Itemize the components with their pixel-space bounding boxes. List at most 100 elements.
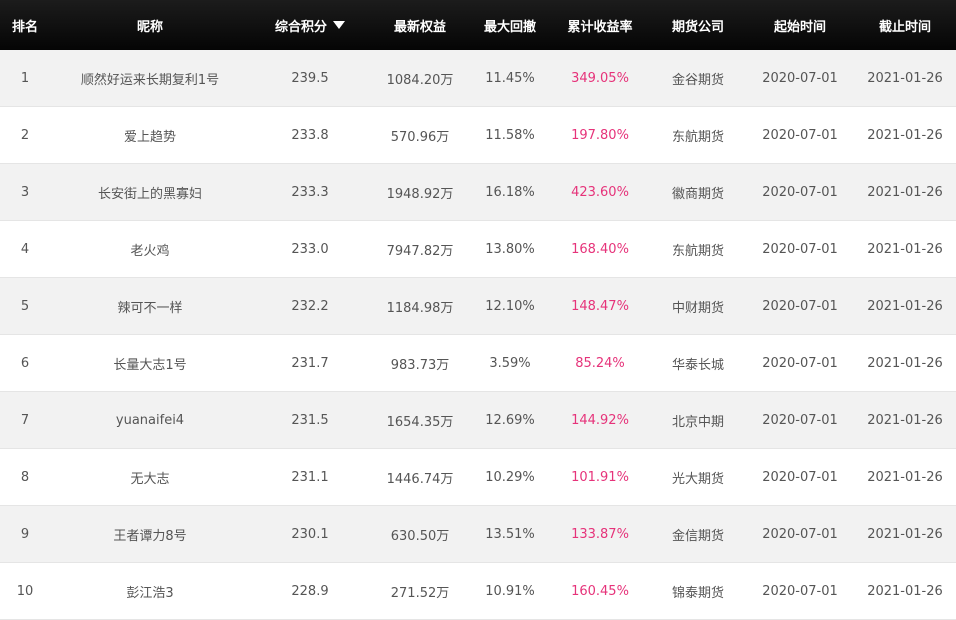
header-score-label: 综合积分 (274, 19, 327, 35)
table-row[interactable]: 2 爱上趋势 233.8 570.96万 11.58% 197.80% 东航期货 2020-0… (0, 107, 956, 164)
cell-company: 东航期货 (671, 243, 724, 259)
cell-equity: 630.50万 (390, 528, 450, 544)
cell-drawdown: 11.58% (485, 127, 535, 143)
cell-return: 101.91% (571, 469, 629, 485)
cell-rank: 2 (20, 127, 30, 143)
cell-equity: 7947.82万 (386, 243, 454, 259)
cell-end: 2021-01-26 (867, 70, 943, 86)
table-row[interactable]: 1 顺然好运来长期复利1号 239.5 1084.20万 11.45% 349.05% 金谷… (0, 50, 956, 107)
cell-score: 239.5 (291, 70, 329, 86)
cell-score: 233.8 (291, 127, 329, 143)
cell-score: 232.2 (291, 298, 329, 314)
cell-end: 2021-01-26 (867, 412, 943, 428)
header-end[interactable]: 截止时间 (854, 16, 956, 35)
cell-nickname[interactable]: 爱上趋势 (50, 126, 250, 145)
cell-return: 144.92% (571, 412, 629, 428)
cell-rank: 9 (20, 526, 30, 542)
cell-return: 349.05% (571, 70, 629, 86)
table-row[interactable]: 5 辣可不一样 232.2 1184.98万 12.10% 148.47% 中财期货 2020… (0, 278, 956, 335)
cell-company: 金谷期货 (671, 72, 724, 88)
table-header: 排名 昵称 综合积分 最新权益 最大回撤 累计收益率 期货公司 起始时间 截止时… (0, 0, 956, 50)
cell-nickname[interactable]: 无大志 (50, 468, 250, 487)
cell-equity: 1184.98万 (386, 300, 454, 316)
cell-start: 2020-07-01 (762, 298, 838, 314)
cell-end: 2021-01-26 (867, 583, 943, 599)
cell-score: 233.0 (291, 241, 329, 257)
table-row[interactable]: 8 无大志 231.1 1446.74万 10.29% 101.91% 光大期货 2020-0… (0, 449, 956, 506)
cell-end: 2021-01-26 (867, 127, 943, 143)
cell-return: 197.80% (571, 127, 629, 143)
cell-start: 2020-07-01 (762, 526, 838, 542)
cell-drawdown: 10.91% (485, 583, 535, 599)
cell-equity: 1084.20万 (386, 72, 454, 88)
cell-equity: 983.73万 (390, 357, 450, 373)
cell-company: 华泰长城 (671, 357, 724, 373)
cell-return: 160.45% (571, 583, 629, 599)
header-return[interactable]: 累计收益率 (550, 16, 650, 35)
cell-nickname[interactable]: 老火鸡 (50, 240, 250, 259)
cell-nickname[interactable]: 顺然好运来长期复利1号 (50, 69, 250, 88)
cell-rank: 8 (20, 469, 30, 485)
table-row[interactable]: 7 yuanaifei4 231.5 1654.35万 12.69% 144.92% 北京中… (0, 392, 956, 449)
cell-end: 2021-01-26 (867, 241, 943, 257)
cell-equity: 1446.74万 (386, 471, 454, 487)
cell-score: 231.5 (291, 412, 329, 428)
cell-company: 金信期货 (671, 528, 724, 544)
cell-nickname[interactable]: 长安街上的黑寡妇 (50, 183, 250, 202)
cell-drawdown: 12.69% (485, 412, 535, 428)
cell-nickname[interactable]: 长量大志1号 (50, 354, 250, 373)
cell-drawdown: 11.45% (485, 70, 535, 86)
cell-nickname[interactable]: 彭江浩3 (50, 582, 250, 601)
cell-company: 中财期货 (671, 300, 724, 316)
cell-return: 168.40% (571, 241, 629, 257)
header-score[interactable]: 综合积分 (250, 16, 370, 35)
header-start[interactable]: 起始时间 (746, 16, 854, 35)
cell-drawdown: 13.80% (485, 241, 535, 257)
header-equity[interactable]: 最新权益 (370, 16, 470, 35)
cell-start: 2020-07-01 (762, 412, 838, 428)
cell-drawdown: 16.18% (485, 184, 535, 200)
cell-return: 133.87% (571, 526, 629, 542)
header-drawdown[interactable]: 最大回撤 (470, 16, 550, 35)
cell-equity: 1948.92万 (386, 186, 454, 202)
cell-nickname[interactable]: 辣可不一样 (50, 297, 250, 316)
cell-nickname[interactable]: yuanaifei4 (50, 413, 250, 428)
cell-rank: 7 (20, 412, 30, 428)
header-company[interactable]: 期货公司 (650, 16, 746, 35)
cell-end: 2021-01-26 (867, 526, 943, 542)
cell-rank: 1 (20, 70, 30, 86)
cell-drawdown: 10.29% (485, 469, 535, 485)
cell-company: 锦泰期货 (671, 585, 724, 601)
cell-start: 2020-07-01 (762, 469, 838, 485)
cell-score: 233.3 (291, 184, 329, 200)
cell-equity: 271.52万 (390, 585, 450, 601)
table-row[interactable]: 9 王者谭力8号 230.1 630.50万 13.51% 133.87% 金信期货 2020… (0, 506, 956, 563)
table-row[interactable]: 10 彭江浩3 228.9 271.52万 10.91% 160.45% 锦泰期货 2020-… (0, 563, 956, 620)
cell-rank: 10 (16, 583, 34, 599)
header-rank[interactable]: 排名 (0, 16, 50, 35)
cell-end: 2021-01-26 (867, 298, 943, 314)
table-body: 1 顺然好运来长期复利1号 239.5 1084.20万 11.45% 349.05% 金谷… (0, 50, 956, 620)
table-row[interactable]: 4 老火鸡 233.0 7947.82万 13.80% 168.40% 东航期货 2020-0… (0, 221, 956, 278)
header-nickname[interactable]: 昵称 (50, 16, 250, 35)
cell-end: 2021-01-26 (867, 184, 943, 200)
sort-desc-icon[interactable] (333, 21, 345, 29)
table-row[interactable]: 3 长安街上的黑寡妇 233.3 1948.92万 16.18% 423.60% 徽商期货 2… (0, 164, 956, 221)
cell-equity: 1654.35万 (386, 414, 454, 430)
cell-equity: 570.96万 (390, 129, 450, 145)
cell-start: 2020-07-01 (762, 583, 838, 599)
cell-score: 231.7 (291, 355, 329, 371)
cell-end: 2021-01-26 (867, 469, 943, 485)
cell-drawdown: 3.59% (489, 355, 531, 371)
cell-rank: 6 (20, 355, 30, 371)
cell-drawdown: 12.10% (485, 298, 535, 314)
cell-company: 徽商期货 (671, 186, 724, 202)
cell-drawdown: 13.51% (485, 526, 535, 542)
cell-start: 2020-07-01 (762, 241, 838, 257)
cell-rank: 5 (20, 298, 30, 314)
cell-score: 231.1 (291, 469, 329, 485)
cell-nickname[interactable]: 王者谭力8号 (50, 525, 250, 544)
cell-return: 423.60% (571, 184, 629, 200)
cell-score: 228.9 (291, 583, 329, 599)
table-row[interactable]: 6 长量大志1号 231.7 983.73万 3.59% 85.24% 华泰长城 2020-0… (0, 335, 956, 392)
